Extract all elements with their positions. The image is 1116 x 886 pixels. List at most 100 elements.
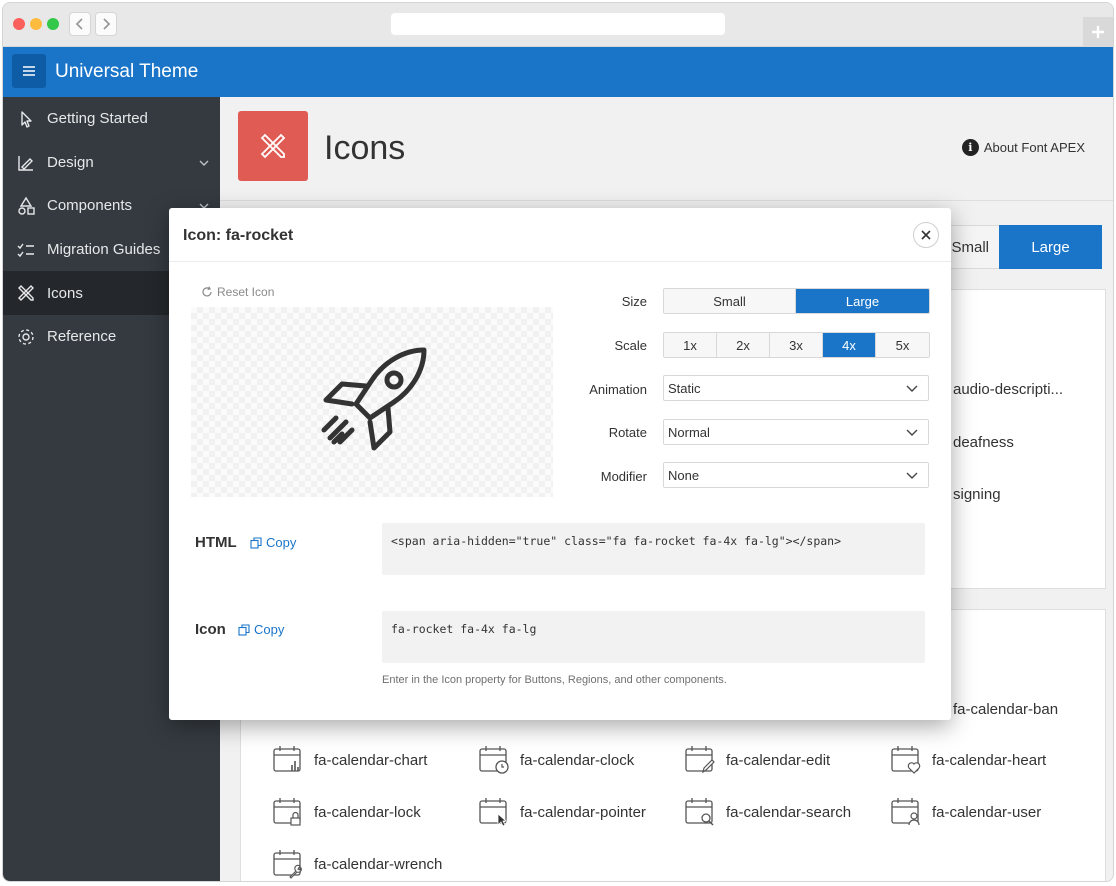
icon-tile[interactable]: fa-calendar-pointer — [478, 797, 646, 827]
html-label: HTML — [195, 534, 237, 551]
icon-tile[interactable]: fa-calendar-search — [684, 797, 851, 827]
about-label: About Font APEX — [983, 140, 1085, 155]
icon-name: fa-calendar-search — [726, 803, 852, 821]
icon-name: fa-calendar-pointer — [520, 803, 646, 821]
sidebar-item-label: Components — [47, 197, 133, 215]
sidebar-item-label: Reference — [47, 328, 117, 346]
rotate-value: Normal — [668, 424, 710, 440]
rotate-label: Rotate — [608, 425, 647, 440]
browser-window: Universal Theme Getting Started Design C… — [2, 2, 1114, 882]
address-bar[interactable] — [391, 13, 725, 35]
info-icon: i — [961, 139, 979, 156]
dialog-header: Icon: fa-rocket — [169, 208, 951, 262]
about-font-apex-link[interactable]: i About Font APEX — [961, 139, 1085, 156]
close-window-button[interactable] — [13, 18, 25, 30]
copy-icon-class-button[interactable]: Copy — [238, 622, 284, 637]
scale-3x-option[interactable]: 3x — [770, 333, 823, 357]
calendar-heart-icon — [891, 746, 921, 774]
calendar-clock-icon — [479, 746, 509, 774]
calendar-lock-icon — [273, 798, 301, 826]
page-title: Icons — [324, 129, 406, 167]
reset-icon-button[interactable]: Reset Icon — [201, 285, 274, 299]
icon-class-label: Icon — [195, 621, 226, 638]
calendar-search-icon — [685, 798, 714, 826]
calendar-user-icon — [891, 798, 920, 826]
pencil-ruler-icon — [260, 133, 286, 159]
sidebar-item-label: Migration Guides — [47, 241, 161, 259]
icon-name[interactable]: signing — [953, 486, 1001, 503]
sidebar-item-design[interactable]: Design — [3, 141, 220, 185]
icon-tile[interactable]: fa-calendar-heart — [890, 745, 1046, 775]
checklist-icon — [17, 243, 34, 257]
copy-icon — [250, 536, 262, 549]
icon-help-text: Enter in the Icon property for Buttons, … — [382, 674, 727, 686]
icon-name: fa-calendar-wrench — [314, 855, 443, 873]
chevron-down-icon — [906, 429, 918, 436]
size-small-label: Small — [951, 238, 989, 256]
page-header: Icons i About Font APEX — [220, 97, 1113, 201]
icon-tile[interactable]: fa-calendar-lock — [272, 797, 421, 827]
reset-icon-label: Reset Icon — [217, 285, 275, 299]
design-icon — [18, 155, 33, 171]
icon-tile[interactable]: fa-calendar-wrench — [272, 849, 442, 879]
icon-tile[interactable]: fa-calendar-user — [890, 797, 1041, 827]
icon-name[interactable]: audio-descripti... — [953, 381, 1063, 398]
animation-select[interactable]: Static — [663, 375, 929, 401]
app-title[interactable]: Universal Theme — [55, 61, 198, 83]
modifier-label: Modifier — [600, 469, 647, 484]
size-small-option[interactable]: Small — [664, 289, 796, 313]
icon-details-dialog: Icon: fa-rocket Reset Icon Size Small La… — [169, 208, 951, 720]
back-button[interactable] — [69, 12, 91, 36]
minimize-window-button[interactable] — [30, 18, 42, 30]
chevron-down-icon — [906, 472, 918, 479]
chevron-down-icon — [199, 160, 209, 166]
size-large-option[interactable]: Large — [796, 289, 929, 313]
chevron-down-icon — [906, 385, 918, 392]
shapes-icon — [18, 196, 35, 215]
dialog-close-button[interactable] — [913, 222, 939, 248]
calendar-chart-icon — [273, 746, 301, 772]
calendar-wrench-icon — [273, 850, 302, 879]
icon-tile[interactable]: fa-calendar-clock — [478, 745, 634, 775]
calendar-edit-icon — [685, 746, 715, 774]
icon-name: fa-calendar-heart — [932, 751, 1047, 769]
animation-label: Animation — [589, 382, 647, 397]
modifier-value: None — [668, 467, 700, 483]
sidebar-item-getting-started[interactable]: Getting Started — [3, 97, 220, 141]
pencil-ruler-icon — [18, 285, 34, 302]
sidebar-item-label: Design — [47, 153, 94, 171]
scale-1x-option[interactable]: 1x — [664, 333, 717, 357]
icon-name: fa-calendar-chart — [314, 751, 428, 769]
html-code-snippet[interactable]: <span aria-hidden="true" class="fa fa-ro… — [382, 523, 925, 575]
scale-toggle: 1x 2x 3x 4x 5x — [663, 332, 930, 358]
page-icon — [238, 111, 308, 181]
background-size-large-button[interactable]: Large — [999, 225, 1102, 269]
copy-html-button[interactable]: Copy — [250, 535, 296, 550]
forward-button[interactable] — [95, 12, 117, 36]
sidebar-item-label: Icons — [47, 284, 83, 302]
scale-5x-option[interactable]: 5x — [876, 333, 929, 357]
rocket-icon — [321, 347, 427, 451]
copy-label: Copy — [266, 535, 297, 550]
icon-tile[interactable]: fa-calendar-chart — [272, 745, 427, 775]
menu-toggle-button[interactable] — [12, 54, 46, 88]
scale-2x-option[interactable]: 2x — [717, 333, 770, 357]
icon-name[interactable]: fa-calendar-ban — [953, 701, 1058, 718]
icon-name[interactable]: deafness — [953, 434, 1014, 451]
scale-4x-option[interactable]: 4x — [823, 333, 876, 357]
icon-name: fa-calendar-lock — [314, 803, 421, 821]
gear-icon — [18, 329, 34, 345]
size-large-label: Large — [1031, 238, 1070, 256]
sidebar-item-label: Getting Started — [47, 110, 148, 128]
icon-tile[interactable]: fa-calendar-edit — [684, 745, 830, 775]
icon-name: fa-calendar-user — [932, 803, 1042, 821]
icon-preview — [191, 307, 553, 497]
rotate-select[interactable]: Normal — [663, 419, 929, 445]
icon-class-snippet[interactable]: fa-rocket fa-4x fa-lg — [382, 611, 925, 663]
modifier-select[interactable]: None — [663, 462, 929, 488]
maximize-window-button[interactable] — [47, 18, 59, 30]
new-tab-button[interactable] — [1083, 17, 1113, 47]
animation-value: Static — [668, 380, 701, 396]
refresh-icon — [202, 286, 212, 297]
pointer-icon — [21, 111, 32, 128]
